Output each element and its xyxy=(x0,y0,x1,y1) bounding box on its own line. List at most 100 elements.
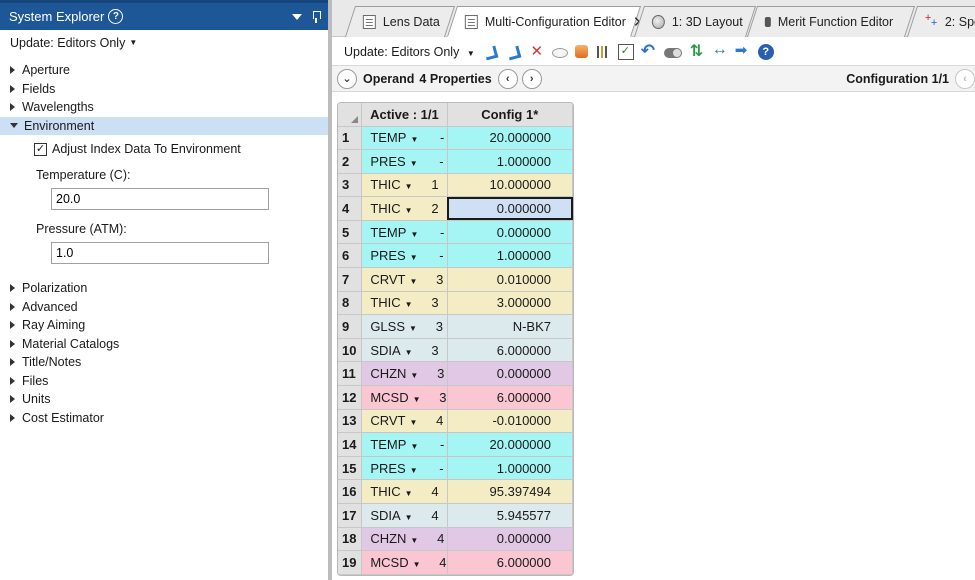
chevron-down-icon[interactable]: ▼ xyxy=(413,560,421,569)
chevron-down-icon[interactable]: ▼ xyxy=(410,253,418,262)
config-value-cell[interactable]: 0.000000 xyxy=(447,361,573,387)
make-solve-icon[interactable] xyxy=(574,45,588,58)
row-number[interactable]: 4 xyxy=(338,196,363,221)
operand-cell[interactable]: MCSD ▼ 4 xyxy=(361,550,448,575)
tree-item-files[interactable]: Files xyxy=(0,372,328,391)
tree-item-ray-aiming[interactable]: Ray Aiming xyxy=(0,316,328,335)
check-icon[interactable] xyxy=(617,43,634,60)
config-value-cell[interactable]: 20.000000 xyxy=(447,126,573,151)
help-icon[interactable]: ? xyxy=(757,43,774,60)
chevron-down-icon[interactable]: ▼ xyxy=(405,348,413,357)
tab-1-3d-layout[interactable]: 1: 3D Layout xyxy=(633,6,757,37)
chevron-down-icon[interactable]: ▼ xyxy=(410,371,418,380)
operand-cell[interactable]: GLSS ▼ 3 xyxy=(361,314,448,339)
operand-cell[interactable]: PRES ▼ - xyxy=(361,456,448,481)
chevron-down-icon[interactable]: ▼ xyxy=(410,135,418,144)
expand-arrow-icon[interactable] xyxy=(10,84,15,93)
row-number[interactable]: 5 xyxy=(338,220,363,245)
expand-arrow-icon[interactable] xyxy=(10,284,15,293)
header-active[interactable]: Active : 1/1 xyxy=(361,103,448,127)
chevron-down-icon[interactable]: ▼ xyxy=(405,300,413,309)
chevron-down-icon[interactable]: ▼ xyxy=(410,536,418,545)
operand-cell[interactable]: CRVT ▼ 3 xyxy=(361,267,448,292)
header-config[interactable]: Config 1* xyxy=(447,103,573,127)
config-value-cell[interactable]: 1.000000 xyxy=(447,149,573,174)
operand-cell[interactable]: PRES ▼ - xyxy=(361,243,448,269)
expand-arrow-icon[interactable] xyxy=(10,66,15,75)
row-number[interactable]: 6 xyxy=(338,243,363,269)
chevron-down-icon[interactable]: ▼ xyxy=(409,324,417,333)
expand-arrow-icon[interactable] xyxy=(10,123,18,129)
row-number[interactable]: 7 xyxy=(338,267,363,292)
operand-cell[interactable]: CHZN ▼ 3 xyxy=(361,361,448,387)
adjust-index-checkbox[interactable]: ✓ xyxy=(34,142,47,156)
grid-corner[interactable] xyxy=(338,103,363,127)
help-icon[interactable]: ? xyxy=(108,9,124,24)
config-value-cell[interactable]: 0.000000 xyxy=(447,220,573,245)
config-value-cell[interactable]: 5.945577 xyxy=(447,503,573,528)
tree-item-units[interactable]: Units xyxy=(0,390,328,409)
chevron-down-icon[interactable]: ▼ xyxy=(405,489,413,498)
operand-cell[interactable]: MCSD ▼ 3 xyxy=(361,385,448,410)
chevron-down-icon[interactable]: ▼ xyxy=(405,513,413,522)
prev-config-button[interactable]: ‹ xyxy=(955,68,975,89)
expand-arrow-icon[interactable] xyxy=(10,358,15,367)
row-number[interactable]: 17 xyxy=(338,503,363,528)
tab-multi-configuration-editor[interactable]: Multi-Configuration Editor✕ xyxy=(446,6,646,37)
operand-cell[interactable]: THIC ▼ 2 xyxy=(361,196,448,221)
row-number[interactable]: 3 xyxy=(338,173,363,198)
tree-item-fields[interactable]: Fields xyxy=(0,80,328,99)
tree-item-wavelengths[interactable]: Wavelengths xyxy=(0,98,328,117)
expand-operand-button[interactable]: ⌄ xyxy=(337,68,357,89)
undo-icon[interactable] xyxy=(641,41,657,61)
pin-icon[interactable] xyxy=(312,11,321,23)
row-number[interactable]: 18 xyxy=(338,527,363,552)
properties-label[interactable]: 4 Properties xyxy=(419,72,491,86)
operand-cell[interactable]: THIC ▼ 1 xyxy=(361,173,448,198)
chevron-down-icon[interactable]: ▼ xyxy=(405,206,413,215)
config-value-cell[interactable]: 6.000000 xyxy=(447,385,573,410)
tree-item-material-catalogs[interactable]: Material Catalogs xyxy=(0,335,328,354)
operand-cell[interactable]: TEMP ▼ - xyxy=(361,126,448,151)
delete-operand-icon[interactable]: ✕ xyxy=(529,43,545,60)
panel-menu-icon[interactable] xyxy=(292,13,302,20)
swap-icon[interactable] xyxy=(689,41,705,61)
chevron-down-icon[interactable]: ▼ xyxy=(410,466,418,475)
expand-arrow-icon[interactable] xyxy=(10,395,15,404)
temperature-input[interactable] xyxy=(51,188,269,210)
tree-item-title-notes[interactable]: Title/Notes xyxy=(0,353,328,372)
row-number[interactable]: 1 xyxy=(338,126,363,151)
pressure-input[interactable] xyxy=(51,242,269,264)
next-operand-button[interactable]: › xyxy=(521,68,542,89)
chevron-down-icon[interactable]: ▼ xyxy=(410,159,418,168)
config-value-cell[interactable]: 95.397494 xyxy=(447,479,573,504)
toolbar-update-dropdown[interactable]: Update: Editors Only ▼ xyxy=(344,45,475,59)
row-number[interactable]: 12 xyxy=(338,385,363,410)
column-icon[interactable] xyxy=(595,44,611,60)
operand-cell[interactable]: SDIA ▼ 3 xyxy=(361,338,448,363)
row-number[interactable]: 2 xyxy=(338,149,363,174)
expand-arrow-icon[interactable] xyxy=(10,339,15,348)
expand-arrow-icon[interactable] xyxy=(10,103,15,112)
tab-lens-data[interactable]: Lens Data xyxy=(344,6,456,37)
operand-cell[interactable]: SDIA ▼ 4 xyxy=(361,503,448,528)
expand-arrow-icon[interactable] xyxy=(10,302,15,311)
tree-item-cost-estimator[interactable]: Cost Estimator xyxy=(0,409,328,428)
toggle-icon[interactable] xyxy=(663,48,682,58)
config-value-cell[interactable]: 10.000000 xyxy=(447,173,573,198)
tree-item-advanced[interactable]: Advanced xyxy=(0,298,328,317)
tree-item-environment[interactable]: Environment xyxy=(0,116,328,135)
row-number[interactable]: 14 xyxy=(338,432,363,457)
chevron-down-icon[interactable]: ▼ xyxy=(409,418,417,427)
clear-icon[interactable] xyxy=(551,48,568,58)
row-number[interactable]: 10 xyxy=(338,338,363,363)
chevron-down-icon[interactable]: ▼ xyxy=(410,442,418,451)
config-value-cell[interactable]: 6.000000 xyxy=(447,338,573,363)
insert-operand-icon[interactable] xyxy=(483,44,499,60)
operand-cell[interactable]: THIC ▼ 3 xyxy=(361,291,448,316)
chevron-down-icon[interactable]: ▼ xyxy=(413,395,421,404)
next-arrow-icon[interactable] xyxy=(735,41,751,60)
config-value-cell[interactable]: 6.000000 xyxy=(447,550,573,575)
config-value-cell[interactable]: 0.010000 xyxy=(447,267,573,292)
row-number[interactable]: 16 xyxy=(338,479,363,504)
